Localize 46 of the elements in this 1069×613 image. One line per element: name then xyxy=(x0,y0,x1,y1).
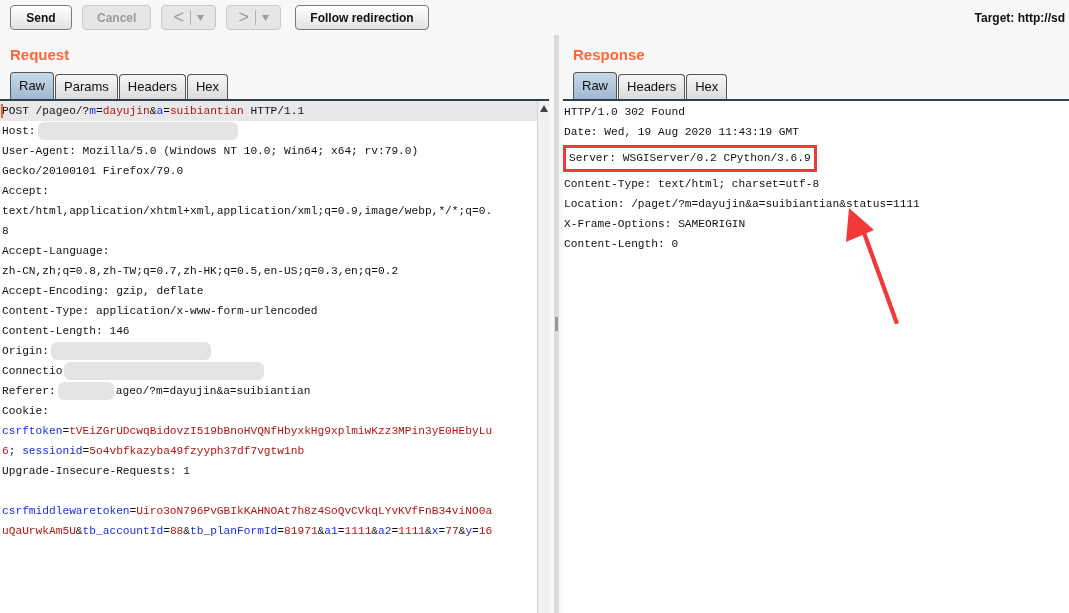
tab[interactable]: Headers xyxy=(618,74,686,99)
code-line: csrfmiddlewaretoken=Uiro3oN796PvGBIkKAHNOAt7h8z4SoQvCVkqLYvKVfFnB34viNO0a xyxy=(2,503,493,519)
caret-icon xyxy=(197,14,205,21)
tab[interactable]: Raw xyxy=(573,72,617,99)
code-line: uQaUrwkAm5U&tb_accountId=88&tb_planFormId=81971&a1=1111&a2=1111&x=77&y=16 xyxy=(2,523,493,539)
tab[interactable]: Hex xyxy=(186,74,229,99)
code-line: ageo/?m=dayujin&a=suibiantian xyxy=(115,383,311,399)
code-line: Referer: xyxy=(2,383,56,399)
panel-title: Request xyxy=(9,45,71,65)
code-line: csrftoken=tVEiZGrUDcwqBidovzI519bBnoHVQNfHbyxkHg9xplmiwKzz3MPin3yE0HEbyLu xyxy=(2,423,493,439)
panel-title: Response xyxy=(572,45,646,65)
code-line: 6; sessionid=5o4vbfkazyba49fzyyph37df7vgtw1nb xyxy=(2,443,305,459)
code-line: Connectio xyxy=(2,363,63,379)
code-line: text/html,application/xhtml+xml,application/xml;q=0.9,image/webp,*/*;q=0. xyxy=(2,203,493,219)
code-line: User-Agent: Mozilla/5.0 (Windows NT 10.0; Win64; x64; rv:79.0) xyxy=(2,143,419,159)
redaction-block xyxy=(57,382,114,400)
tab[interactable]: Headers xyxy=(118,74,186,99)
tab[interactable]: Params xyxy=(55,74,118,99)
code-line: Content-Length: 0 xyxy=(564,237,679,253)
tab[interactable]: Raw xyxy=(10,72,54,99)
code-line: Host: xyxy=(2,123,36,139)
code-line: HTTP/1.0 302 Found xyxy=(564,104,685,120)
target-label: Target: http://sd xyxy=(974,9,1065,27)
code-line: Content-Length: 146 xyxy=(2,323,130,339)
scroll-up-icon[interactable] xyxy=(539,105,548,112)
code-line: Accept-Language: xyxy=(2,243,110,259)
code-line: POST /pageo/?m=dayujin&a=suibiantian HTTP/1.1 xyxy=(2,103,305,119)
caret-icon xyxy=(262,14,270,21)
scrollbar[interactable] xyxy=(537,101,549,613)
code-line: Location: /paget/?m=dayujin&a=suibiantian&status=1111 xyxy=(564,197,920,213)
tab[interactable]: Hex xyxy=(686,74,728,99)
code-line: Date: Wed, 19 Aug 2020 11:43:19 GMT xyxy=(564,124,799,140)
code-line: 8 xyxy=(2,223,9,239)
code-line: zh-CN,zh;q=0.8,zh-TW;q=0.7,zh-HK;q=0.5,en-US;q=0.3,en;q=0.2 xyxy=(2,263,399,279)
code-line: Upgrade-Insecure-Requests: 1 xyxy=(2,463,190,479)
code-line: Origin: xyxy=(2,343,49,359)
code-line: Accept: xyxy=(2,183,49,199)
code-line: Cookie: xyxy=(2,403,49,419)
code-line: Content-Type: text/html; charset=utf-8 xyxy=(564,177,820,193)
code-line: Gecko/20100101 Firefox/79.0 xyxy=(2,163,184,179)
code-line: Accept-Encoding: gzip, deflate xyxy=(2,283,204,299)
code-line: Content-Type: application/x-www-form-urlencoded xyxy=(2,303,318,319)
code-line: X-Frame-Options: SAMEORIGIN xyxy=(564,217,746,233)
toolbar-button[interactable]: Send xyxy=(10,5,72,30)
toolbar-button[interactable]: Follow redirection xyxy=(295,5,429,30)
text-cursor xyxy=(1,104,3,118)
